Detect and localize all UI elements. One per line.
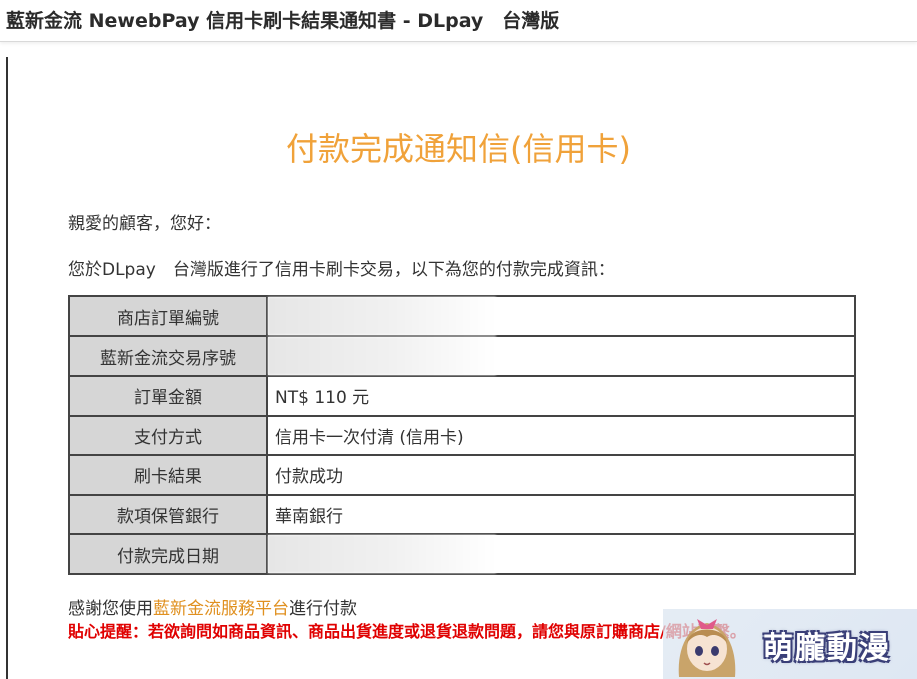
greeting-text: 親愛的顧客，您好： (68, 214, 221, 234)
row-value-result: 付款成功 (266, 454, 856, 496)
table-row: 商店訂單編號 (68, 295, 856, 337)
redacted-value (268, 297, 496, 335)
intro-text: 您於DLpay 台灣版進行了信用卡刷卡交易，以下為您的付款完成資訊： (68, 260, 615, 280)
row-label-result: 刷卡結果 (68, 454, 268, 496)
table-row: 款項保管銀行 華南銀行 (68, 493, 856, 536)
row-value-order-number (266, 295, 856, 337)
watermark-logo: 萌朧動漫 (663, 609, 917, 679)
table-row: 付款完成日期 (68, 533, 856, 576)
row-label-amount: 訂單金額 (68, 375, 268, 417)
row-label-payment-method: 支付方式 (68, 414, 268, 457)
window-title: 藍新金流 NewebPay 信用卡刷卡結果通知書 - DLpay 台灣版 (0, 0, 917, 42)
thanks-prefix: 感謝您使用 (68, 599, 153, 619)
row-label-paid-date: 付款完成日期 (68, 533, 268, 576)
row-label-trade-number: 藍新金流交易序號 (68, 335, 268, 377)
platform-link[interactable]: 藍新金流服務平台 (153, 599, 289, 619)
row-value-paid-date (266, 533, 856, 576)
payment-info-table: 商店訂單編號 藍新金流交易序號 訂單金額 NT$ 110 元 支付方式 信用卡一… (68, 295, 856, 576)
watermark-text: 萌朧動漫 (763, 631, 891, 666)
table-row: 刷卡結果 付款成功 (68, 454, 856, 496)
row-value-bank: 華南銀行 (266, 493, 856, 536)
row-value-amount: NT$ 110 元 (266, 375, 856, 417)
redacted-value (268, 535, 496, 574)
thanks-suffix: 進行付款 (289, 599, 357, 619)
thanks-text: 感謝您使用藍新金流服務平台進行付款 (68, 594, 357, 619)
row-value-payment-method: 信用卡一次付清 (信用卡) (266, 414, 856, 457)
row-label-order-number: 商店訂單編號 (68, 295, 268, 337)
redacted-value (268, 337, 496, 375)
row-label-bank: 款項保管銀行 (68, 493, 268, 536)
table-row: 支付方式 信用卡一次付清 (信用卡) (68, 414, 856, 457)
row-value-trade-number (266, 335, 856, 377)
email-heading: 付款完成通知信(信用卡) (286, 130, 631, 168)
table-row: 訂單金額 NT$ 110 元 (68, 375, 856, 417)
table-row: 藍新金流交易序號 (68, 335, 856, 377)
anime-girl-icon (678, 619, 736, 677)
